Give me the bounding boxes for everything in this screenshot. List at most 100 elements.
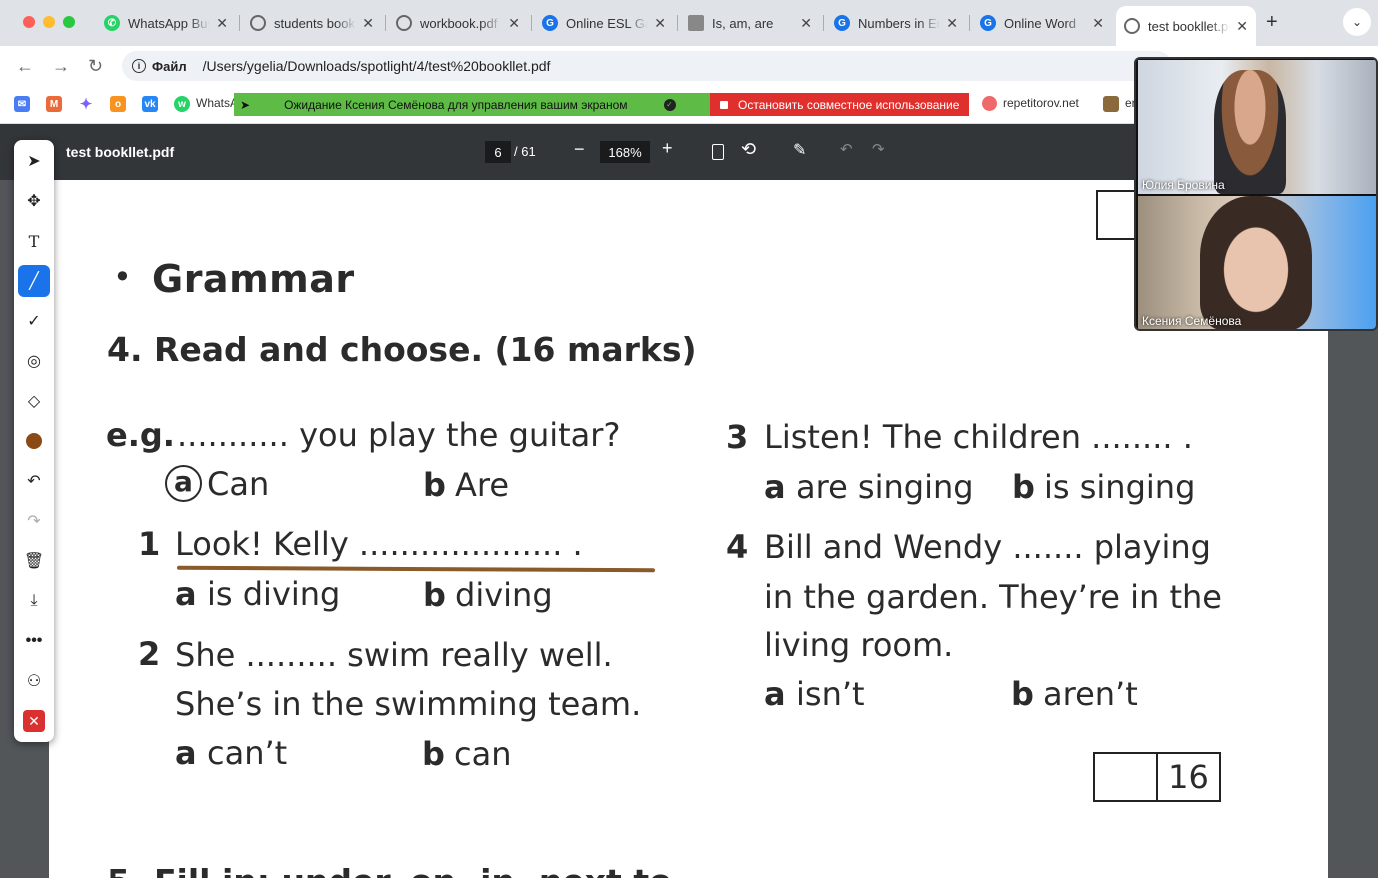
tab-title: Numbers in English [858, 15, 940, 31]
tab-2[interactable]: students book ✕ [242, 8, 382, 38]
q3-text: Listen! The children ........ . [764, 418, 1193, 456]
rotate-icon[interactable]: ⟲ [741, 139, 756, 160]
tab-3[interactable]: workbook.pdf ✕ [388, 8, 528, 38]
zoom-in-button[interactable]: + [662, 138, 673, 159]
close-window-button[interactable] [23, 16, 35, 28]
tab-5[interactable]: Is, am, are ✕ [680, 8, 820, 38]
whatsapp-icon: ✆ [104, 15, 120, 31]
checkmark-tool-icon[interactable]: ✓ [18, 305, 50, 337]
q2-option-a-letter: a [175, 734, 197, 772]
close-tab-icon[interactable]: ✕ [1092, 15, 1104, 32]
q1-number: 1 [138, 525, 161, 563]
repetitor-bookmark-label[interactable]: repetitorov.net [1003, 96, 1079, 110]
q4-text: Bill and Wendy ....... playing [764, 528, 1211, 566]
video-tile-participant1[interactable]: Юлия Бровина [1138, 60, 1376, 194]
gmail-bookmark-icon[interactable]: M [46, 96, 62, 112]
close-tab-icon[interactable]: ✕ [216, 15, 228, 32]
download-tool-icon[interactable]: ⤓ [18, 585, 50, 617]
q4-text-line2: in the garden. They’re in the [764, 578, 1222, 616]
globe-icon [396, 15, 412, 31]
picture-bookmark-icon[interactable] [1103, 96, 1119, 112]
repetitor-bookmark-icon[interactable] [982, 96, 997, 111]
address-bar[interactable]: i Файл /Users/ygelia/Downloads/spotlight… [122, 51, 1172, 81]
close-tab-icon[interactable]: ✕ [946, 15, 958, 32]
tab-separator [531, 15, 532, 31]
close-toolbar-icon[interactable]: ✕ [18, 705, 50, 737]
mail-bookmark-icon[interactable]: ✉ [14, 96, 30, 112]
close-tab-icon[interactable]: ✕ [508, 15, 520, 32]
page-number-input[interactable]: 6 [485, 141, 511, 163]
tab-title: test bookllet.pdf [1148, 18, 1231, 34]
annotation-toolbar: ➤ ✥ T ╱ ✓ ◎ ◇ ↶ ↷ 🗑 ⤓ ••• ⚇ ✕ [14, 140, 54, 742]
more-tools-icon[interactable]: ••• [18, 625, 50, 657]
tab-bar: ✆WhatsApp Business✕students book✕workboo… [0, 0, 1378, 46]
forward-button[interactable]: → [52, 56, 70, 77]
video-call-panel[interactable]: Юлия Бровина Ксения Семёнова [1134, 57, 1378, 331]
pen-tool-icon[interactable]: ╱ [18, 265, 50, 297]
close-icon: ✕ [23, 710, 45, 732]
text-tool-icon[interactable]: T [18, 225, 50, 257]
q4-number: 4 [726, 528, 749, 566]
url-text[interactable]: /Users/ygelia/Downloads/spotlight/4/test… [203, 58, 551, 74]
tab-7[interactable]: G Online Word ✕ [972, 8, 1112, 38]
undo-tool-icon[interactable]: ↶ [18, 465, 50, 497]
info-icon[interactable]: i [132, 59, 146, 73]
close-tab-icon[interactable]: ✕ [1236, 18, 1248, 35]
close-tab-icon[interactable]: ✕ [654, 15, 666, 32]
draw-annotation-icon[interactable]: ✎ [793, 140, 806, 160]
minimize-window-button[interactable] [43, 16, 55, 28]
globe-icon [250, 15, 266, 31]
undo-icon[interactable]: ↶ [840, 140, 853, 158]
pointer-tool-icon[interactable]: ➤ [18, 145, 50, 177]
score-box-blank [1095, 754, 1158, 800]
g-icon: G [980, 15, 996, 31]
trash-tool-icon[interactable]: 🗑 [18, 545, 50, 577]
video-tile-participant2[interactable]: Ксения Семёнова [1138, 196, 1376, 329]
tab-search-button[interactable]: ⌄ [1343, 8, 1371, 36]
cursor-icon: ➤ [240, 97, 251, 112]
g-icon: G [542, 15, 558, 31]
q1-option-b-letter: b [423, 576, 446, 614]
pen-annotation-line[interactable] [176, 565, 656, 573]
tab-1[interactable]: ✆ WhatsApp Business ✕ [96, 8, 236, 38]
gemini-bookmark-icon[interactable]: ✦ [78, 96, 94, 113]
back-button[interactable]: ← [16, 56, 34, 77]
fit-page-icon[interactable] [712, 144, 724, 160]
spotlight-tool-icon[interactable]: ◎ [18, 345, 50, 377]
zoom-out-button[interactable]: − [574, 139, 585, 160]
stop-sharing-button[interactable]: Остановить совместное использование [710, 93, 969, 116]
q1-option-a: is diving [207, 575, 341, 613]
tab-6[interactable]: G Numbers in English ✕ [826, 8, 966, 38]
example-option-b-letter: b [423, 466, 446, 504]
tab-separator [823, 15, 824, 31]
close-tab-icon[interactable]: ✕ [800, 15, 812, 32]
stop-icon [720, 100, 728, 109]
reload-button[interactable]: ↻ [88, 56, 103, 77]
q1-text: Look! Kelly .................... . [175, 525, 583, 563]
color-picker-icon[interactable] [18, 425, 50, 457]
redo-icon[interactable]: ↷ [872, 140, 885, 158]
doc-icon [688, 15, 704, 31]
tab-title: Online ESL Games [566, 15, 648, 31]
user-control-icon[interactable]: ⚇ [18, 665, 50, 697]
vk-bookmark-icon[interactable]: vk [142, 96, 158, 112]
new-tab-button[interactable]: + [1266, 11, 1278, 34]
zoom-level-input[interactable]: 168% [600, 141, 650, 163]
stop-sharing-label: Остановить совместное использование [738, 97, 960, 112]
close-tab-icon[interactable]: ✕ [362, 15, 374, 32]
next-task-title: 5. Fill in: under, on, in, next to [107, 862, 672, 878]
q4-option-a: isn’t [796, 675, 865, 713]
q2-option-a: can’t [207, 734, 288, 772]
tab-title: Is, am, are [712, 15, 774, 31]
move-tool-icon[interactable]: ✥ [18, 185, 50, 217]
redo-tool-icon[interactable]: ↷ [18, 505, 50, 537]
whatsapp-bookmark-label[interactable]: WhatsA [196, 96, 238, 110]
q3-option-b: is singing [1044, 468, 1196, 506]
example-option-b: Are [455, 466, 510, 504]
whatsapp-bookmark-icon[interactable]: w [174, 96, 190, 112]
eraser-tool-icon[interactable]: ◇ [18, 385, 50, 417]
ok-bookmark-icon[interactable]: o [110, 96, 126, 112]
tab-8[interactable]: test bookllet.pdf ✕ [1116, 6, 1256, 46]
zoom-window-button[interactable] [63, 16, 75, 28]
tab-4[interactable]: G Online ESL Games ✕ [534, 8, 674, 38]
